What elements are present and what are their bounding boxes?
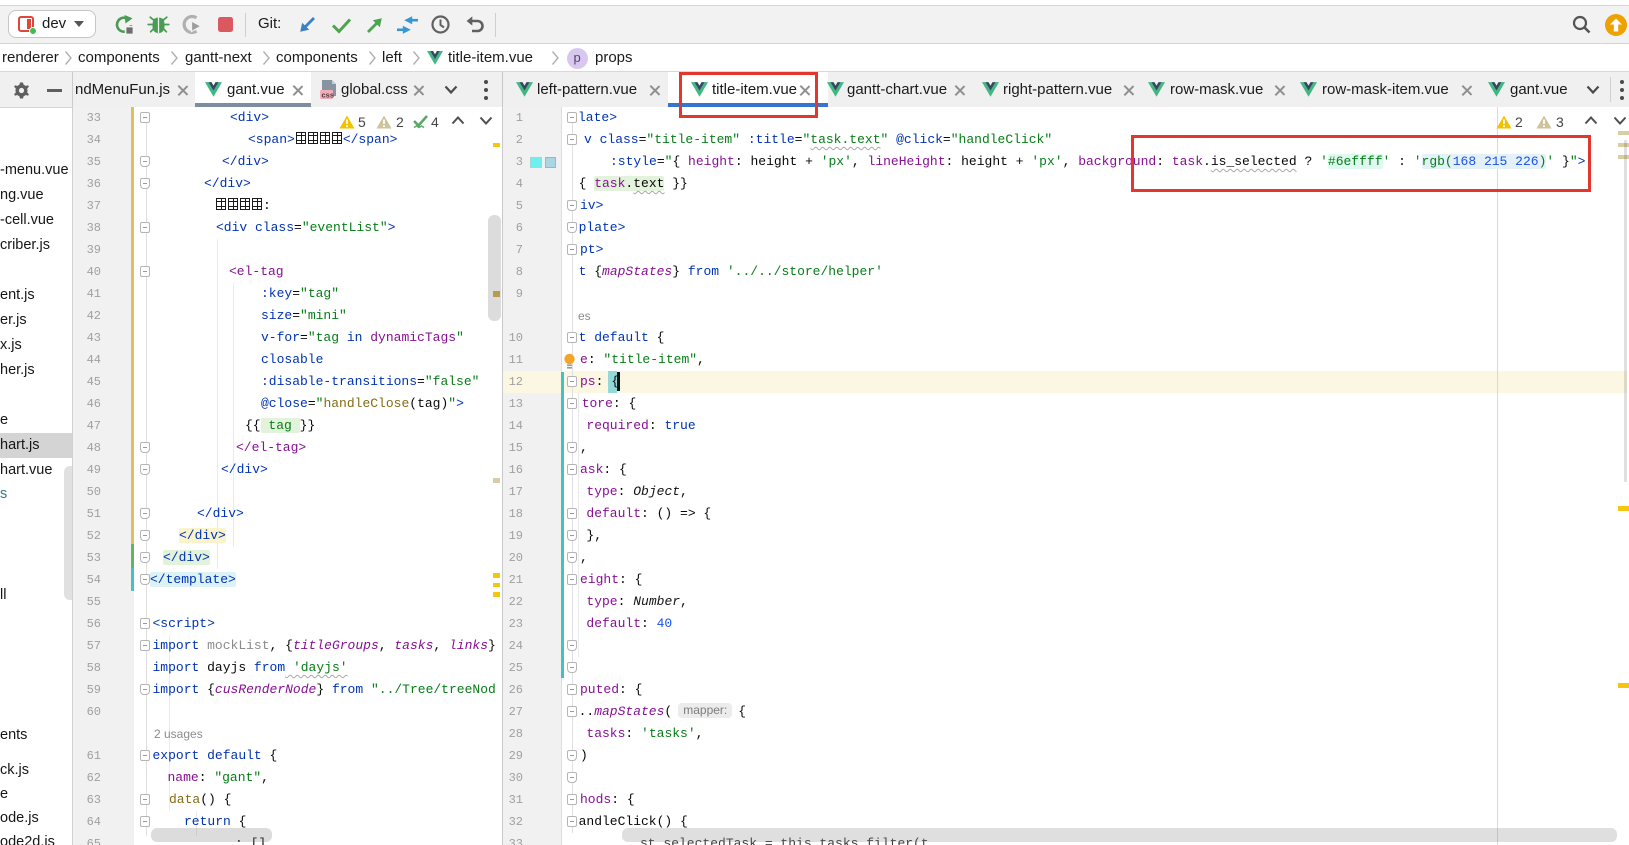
- svg-text:css: css: [322, 91, 335, 100]
